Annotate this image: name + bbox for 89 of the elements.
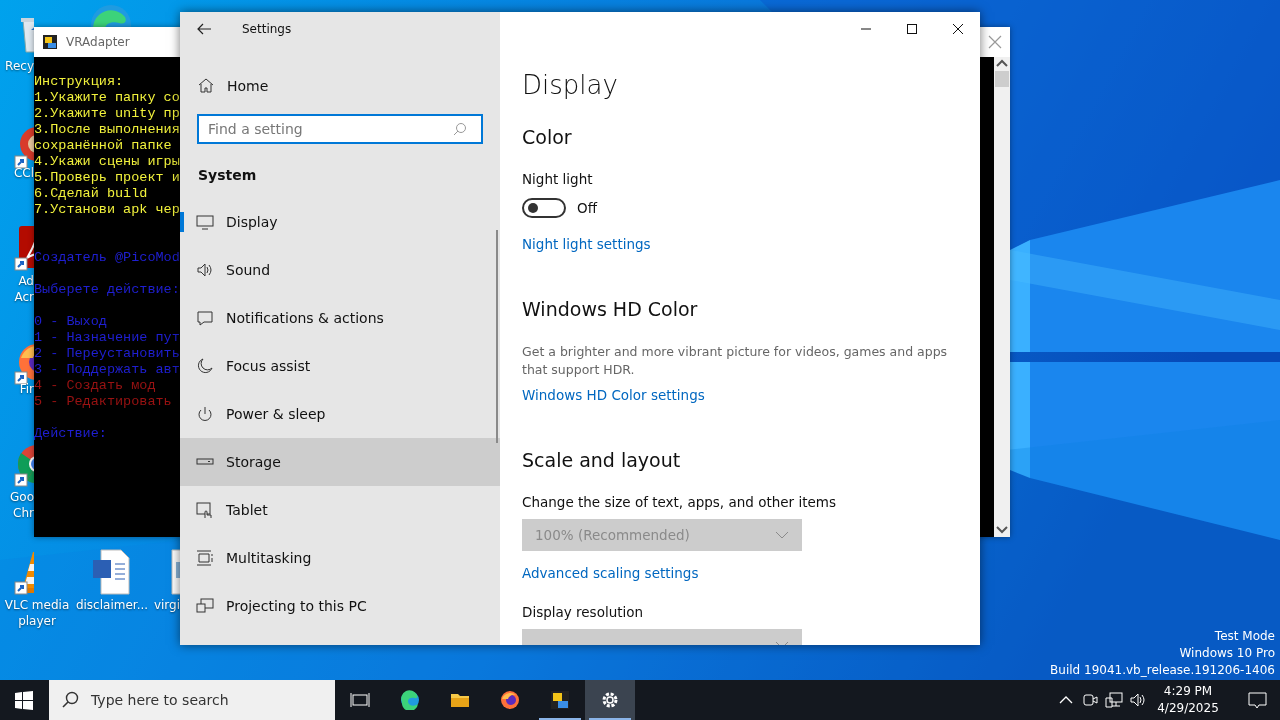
- icon-label: Fir: [18, 382, 34, 397]
- setting-label: Night light: [522, 170, 594, 189]
- console-line: Инструкция:: [34, 74, 124, 90]
- fox-icon: [500, 690, 520, 710]
- home-nav-item[interactable]: Home: [180, 62, 500, 110]
- home-icon: [197, 77, 215, 95]
- console-line: 2 - Переустановить: [34, 346, 180, 362]
- console-line: 0 - Выход: [34, 314, 107, 330]
- icon-label: disclaimer...: [74, 597, 150, 613]
- camera-icon: [1081, 691, 1099, 709]
- scrollbar[interactable]: [994, 57, 1010, 537]
- system-info-text: Test Mode: [1214, 628, 1275, 645]
- nav-item[interactable]: Storage: [180, 438, 500, 486]
- console-line: 5 - Редактировать: [34, 394, 172, 410]
- nav-item[interactable]: Sound: [180, 246, 500, 294]
- nav-item[interactable]: Multitasking: [180, 534, 500, 582]
- speaker-icon: [196, 261, 214, 279]
- message-icon: [1247, 691, 1267, 709]
- windows-logo-icon: [15, 690, 33, 710]
- console-line: 1.Укажите папку со: [34, 90, 180, 106]
- scrollbar[interactable]: [496, 230, 498, 443]
- app-icon: [42, 34, 58, 50]
- icon-label: Ad Acr: [13, 273, 34, 305]
- console-line: 4.Укажи сцены игры: [34, 154, 180, 170]
- console-line: 3 - Поддержать авт: [34, 362, 180, 378]
- close-icon: [988, 35, 1002, 49]
- back-arrow-icon: [196, 21, 212, 37]
- taskbar-button[interactable]: [585, 680, 635, 720]
- page-title: Display: [522, 69, 619, 102]
- description-text: Get a brighter and more vibrant picture for videos, games and apps that support HDR.: [522, 343, 949, 379]
- toggle-state: Off: [577, 200, 597, 216]
- nav-item[interactable]: Focus assist: [180, 342, 500, 390]
- icon-label: virgi: [152, 597, 180, 613]
- system-info-text: Windows 10 Pro: [1179, 645, 1275, 662]
- icon-label: Recy: [4, 58, 34, 74]
- nav-item[interactable]: Notifications & actions: [180, 294, 500, 342]
- settings-icon: [600, 690, 620, 710]
- section-heading: Windows HD Color: [522, 297, 699, 322]
- console-line: 6.Сделай build: [34, 186, 148, 202]
- tablet-icon: [196, 501, 214, 519]
- nav-item[interactable]: Tablet: [180, 486, 500, 534]
- message-icon: [196, 309, 214, 327]
- scroll-thumb[interactable]: [995, 71, 1009, 87]
- browser-icon: [400, 690, 420, 710]
- network-icon: [1105, 691, 1123, 709]
- nav-item[interactable]: Projecting to this PC: [180, 582, 500, 630]
- search-field[interactable]: Find a setting: [197, 114, 483, 144]
- volume-icon: [1129, 691, 1147, 709]
- console-line: 1 - Назначение пут: [34, 330, 180, 346]
- toggle-switch[interactable]: [522, 198, 566, 218]
- moon-icon: [196, 357, 214, 375]
- system-info-text: Build 19041.vb_release.191206-1406: [1050, 662, 1275, 679]
- section-heading: System: [198, 166, 258, 185]
- icon-label: Goo Chr: [9, 489, 34, 521]
- icon-label: CCl: [12, 165, 34, 181]
- console-line: 2.Укажите unity пр: [34, 106, 180, 122]
- search-icon: [61, 691, 79, 709]
- console-line: Действие:: [34, 426, 107, 442]
- projector-icon: [196, 597, 214, 615]
- section-heading: Scale and layout: [522, 448, 682, 473]
- console-line: 5.Проверь проект и: [34, 170, 180, 186]
- setting-label: Display resolution: [522, 603, 645, 622]
- console-line: Выберете действие:: [34, 282, 180, 297]
- console-line: Создатель @PicoMod: [34, 250, 180, 266]
- task-view-icon: [350, 690, 370, 710]
- setting-label: Change the size of text, apps, and other items: [522, 493, 837, 512]
- section-heading: Color: [522, 125, 573, 150]
- close-icon: [953, 24, 963, 34]
- power-icon: [196, 405, 214, 423]
- nav-item[interactable]: Display: [180, 198, 500, 246]
- window-title: VRAdapter: [66, 35, 130, 49]
- nav-item[interactable]: Power & sleep: [180, 390, 500, 438]
- clock[interactable]: 4:29 PM 4/29/2025: [1150, 680, 1226, 720]
- console-line: 3.После выполнения: [34, 122, 180, 138]
- app-icon: [550, 690, 570, 710]
- window-title: Settings: [242, 22, 292, 36]
- search-icon: [453, 122, 467, 136]
- settings-link[interactable]: Windows HD Color settings: [522, 385, 705, 405]
- multitask-icon: [196, 549, 214, 567]
- chevron-down-icon: [775, 531, 789, 539]
- monitor-icon: [196, 213, 214, 231]
- console-line: сохранённой папке: [34, 138, 172, 154]
- icon-label: VLC media player: [3, 597, 71, 629]
- maximize-icon: [907, 24, 917, 34]
- settings-link[interactable]: Advanced scaling settings: [522, 563, 699, 583]
- search-box[interactable]: Type here to search: [49, 680, 335, 720]
- console-line: 7.Установи apk чер: [34, 202, 180, 218]
- console-line: 4 - Создать мод: [34, 378, 156, 394]
- settings-link[interactable]: Night light settings: [522, 234, 651, 254]
